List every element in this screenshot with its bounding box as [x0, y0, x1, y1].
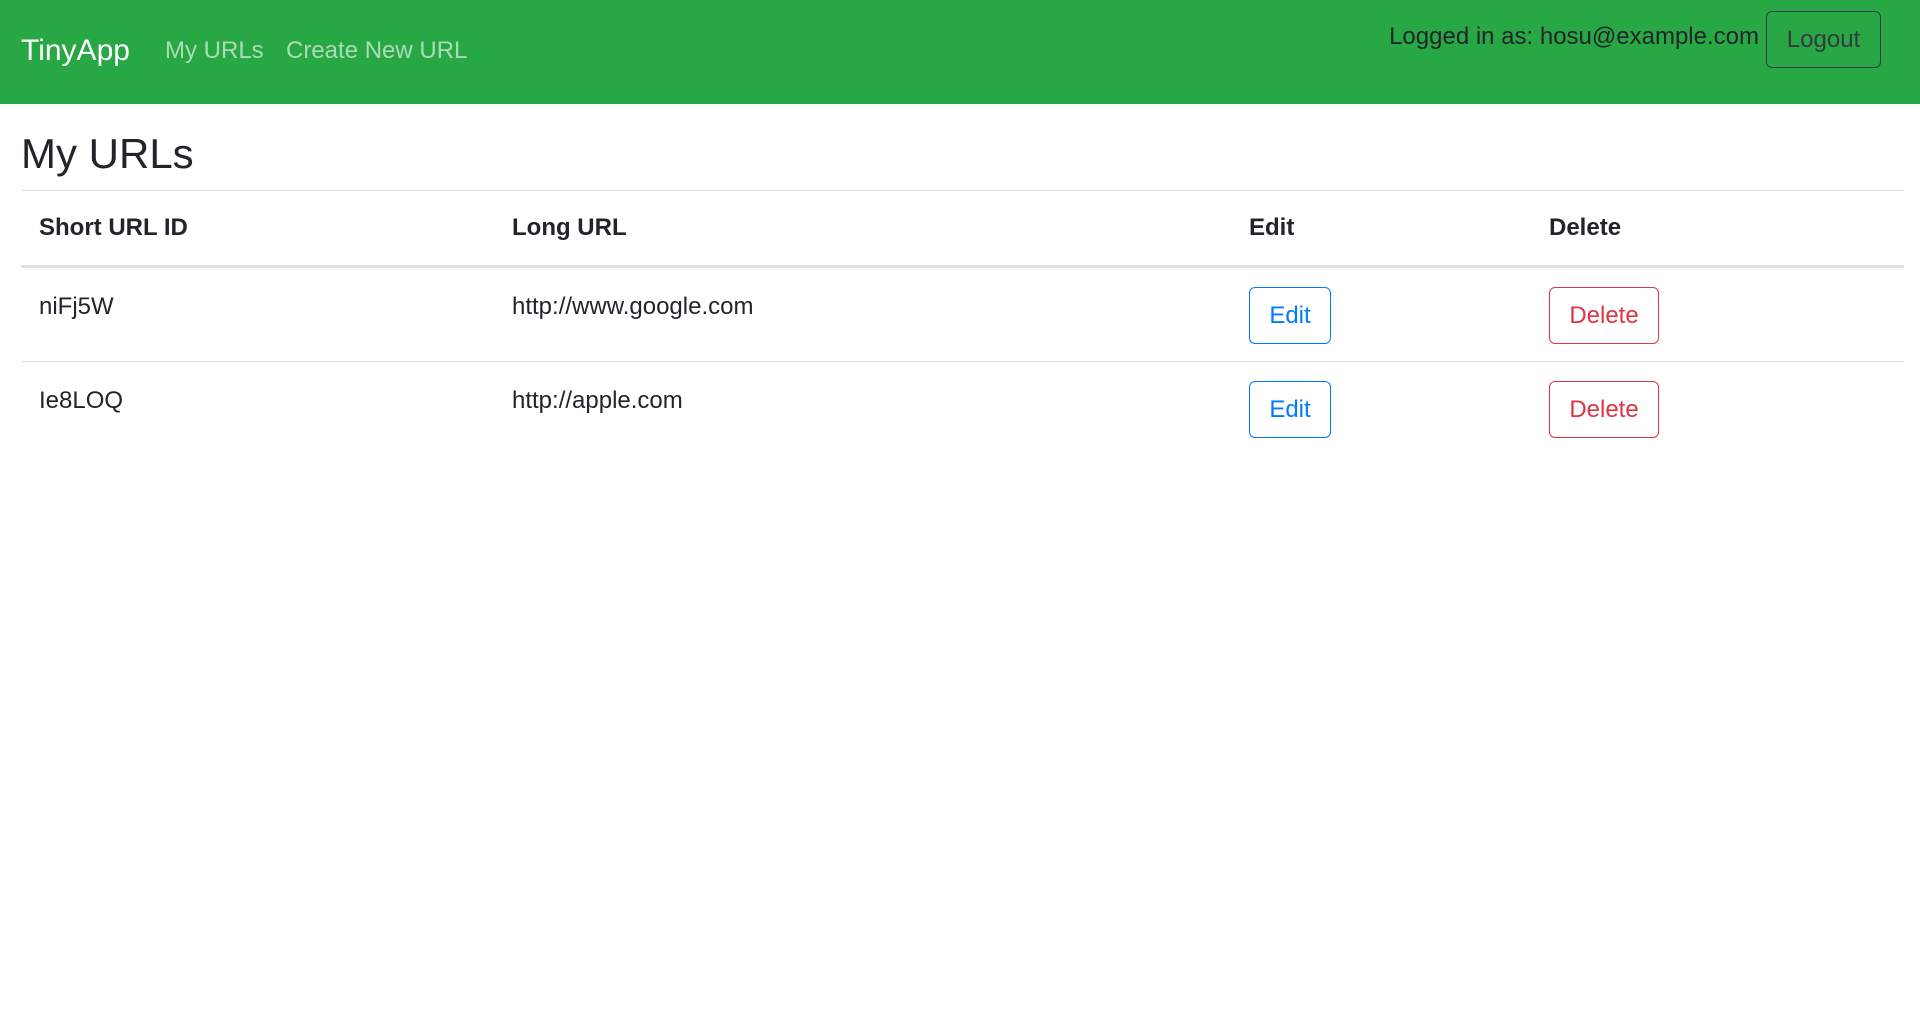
table-row: niFj5W http://www.google.com Edit Delete [21, 266, 1904, 362]
table-row: Ie8LOQ http://apple.com Edit Delete [21, 362, 1904, 457]
delete-cell: Delete [1531, 266, 1904, 362]
header-long-url: Long URL [494, 190, 1231, 268]
brand-link[interactable]: TinyApp [21, 31, 130, 71]
navbar: TinyApp My URLs Create New URL Logged in… [0, 0, 1920, 104]
edit-cell: Edit [1231, 266, 1531, 362]
long-url: http://www.google.com [512, 293, 754, 320]
logout-button[interactable]: Logout [1766, 11, 1881, 68]
short-url-id: niFj5W [39, 293, 114, 320]
edit-button[interactable]: Edit [1249, 381, 1331, 438]
short-url-cell: Ie8LOQ [21, 362, 494, 457]
short-url-id: Ie8LOQ [39, 387, 124, 414]
table-body: niFj5W http://www.google.com Edit Delete… [21, 266, 1904, 457]
header-row: Short URL ID Long URL Edit Delete [21, 190, 1904, 268]
long-url-cell: http://apple.com [494, 362, 1231, 457]
page-title: My URLs [21, 130, 194, 177]
logged-in-status: Logged in as: hosu@example.com [1389, 23, 1759, 50]
edit-button[interactable]: Edit [1249, 287, 1331, 344]
nav-link-create-new-url[interactable]: Create New URL [286, 34, 467, 68]
urls-table-container: Short URL ID Long URL Edit Delete niFj5W… [21, 190, 1904, 457]
table-header: Short URL ID Long URL Edit Delete [21, 190, 1904, 268]
urls-table: Short URL ID Long URL Edit Delete niFj5W… [21, 190, 1904, 457]
nav-link-my-urls[interactable]: My URLs [165, 34, 264, 68]
header-short-url-id: Short URL ID [21, 190, 494, 268]
header-edit: Edit [1231, 190, 1531, 268]
short-url-cell: niFj5W [21, 266, 494, 362]
delete-cell: Delete [1531, 362, 1904, 457]
header-delete: Delete [1531, 190, 1904, 268]
long-url: http://apple.com [512, 387, 683, 414]
edit-cell: Edit [1231, 362, 1531, 457]
delete-button[interactable]: Delete [1549, 381, 1659, 438]
delete-button[interactable]: Delete [1549, 287, 1659, 344]
long-url-cell: http://www.google.com [494, 266, 1231, 362]
